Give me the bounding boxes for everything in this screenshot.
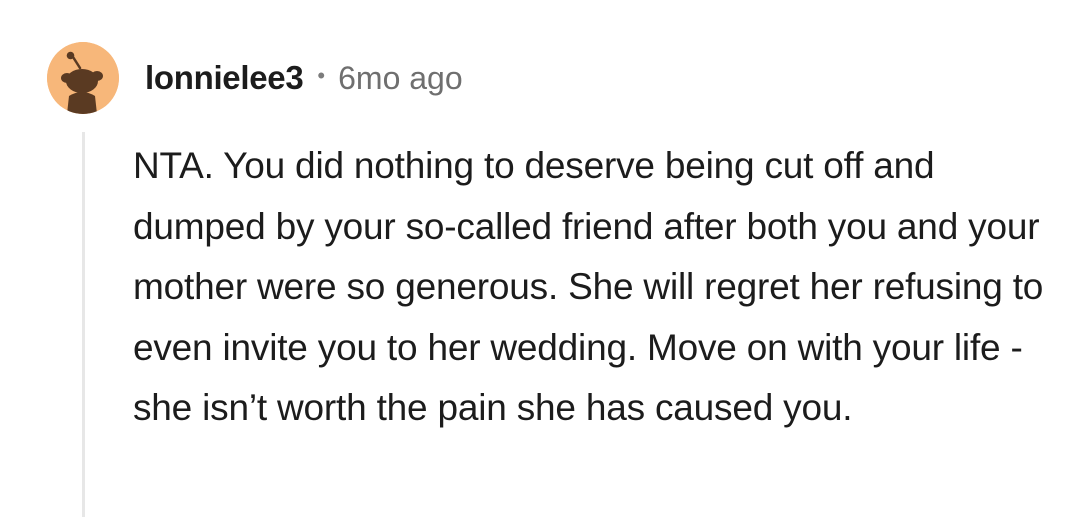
- reddit-snoo-avatar-icon: [47, 42, 119, 114]
- comment: lonnielee3 • 6mo ago NTA. You did nothin…: [0, 0, 1080, 517]
- comment-header: lonnielee3 • 6mo ago: [145, 56, 463, 100]
- user-avatar[interactable]: [47, 42, 119, 114]
- username-link[interactable]: lonnielee3: [145, 59, 304, 97]
- comment-body: NTA. You did nothing to deserve being cu…: [133, 145, 1044, 428]
- thread-line[interactable]: [82, 132, 85, 517]
- separator-dot: •: [317, 63, 326, 88]
- timestamp[interactable]: 6mo ago: [338, 60, 463, 97]
